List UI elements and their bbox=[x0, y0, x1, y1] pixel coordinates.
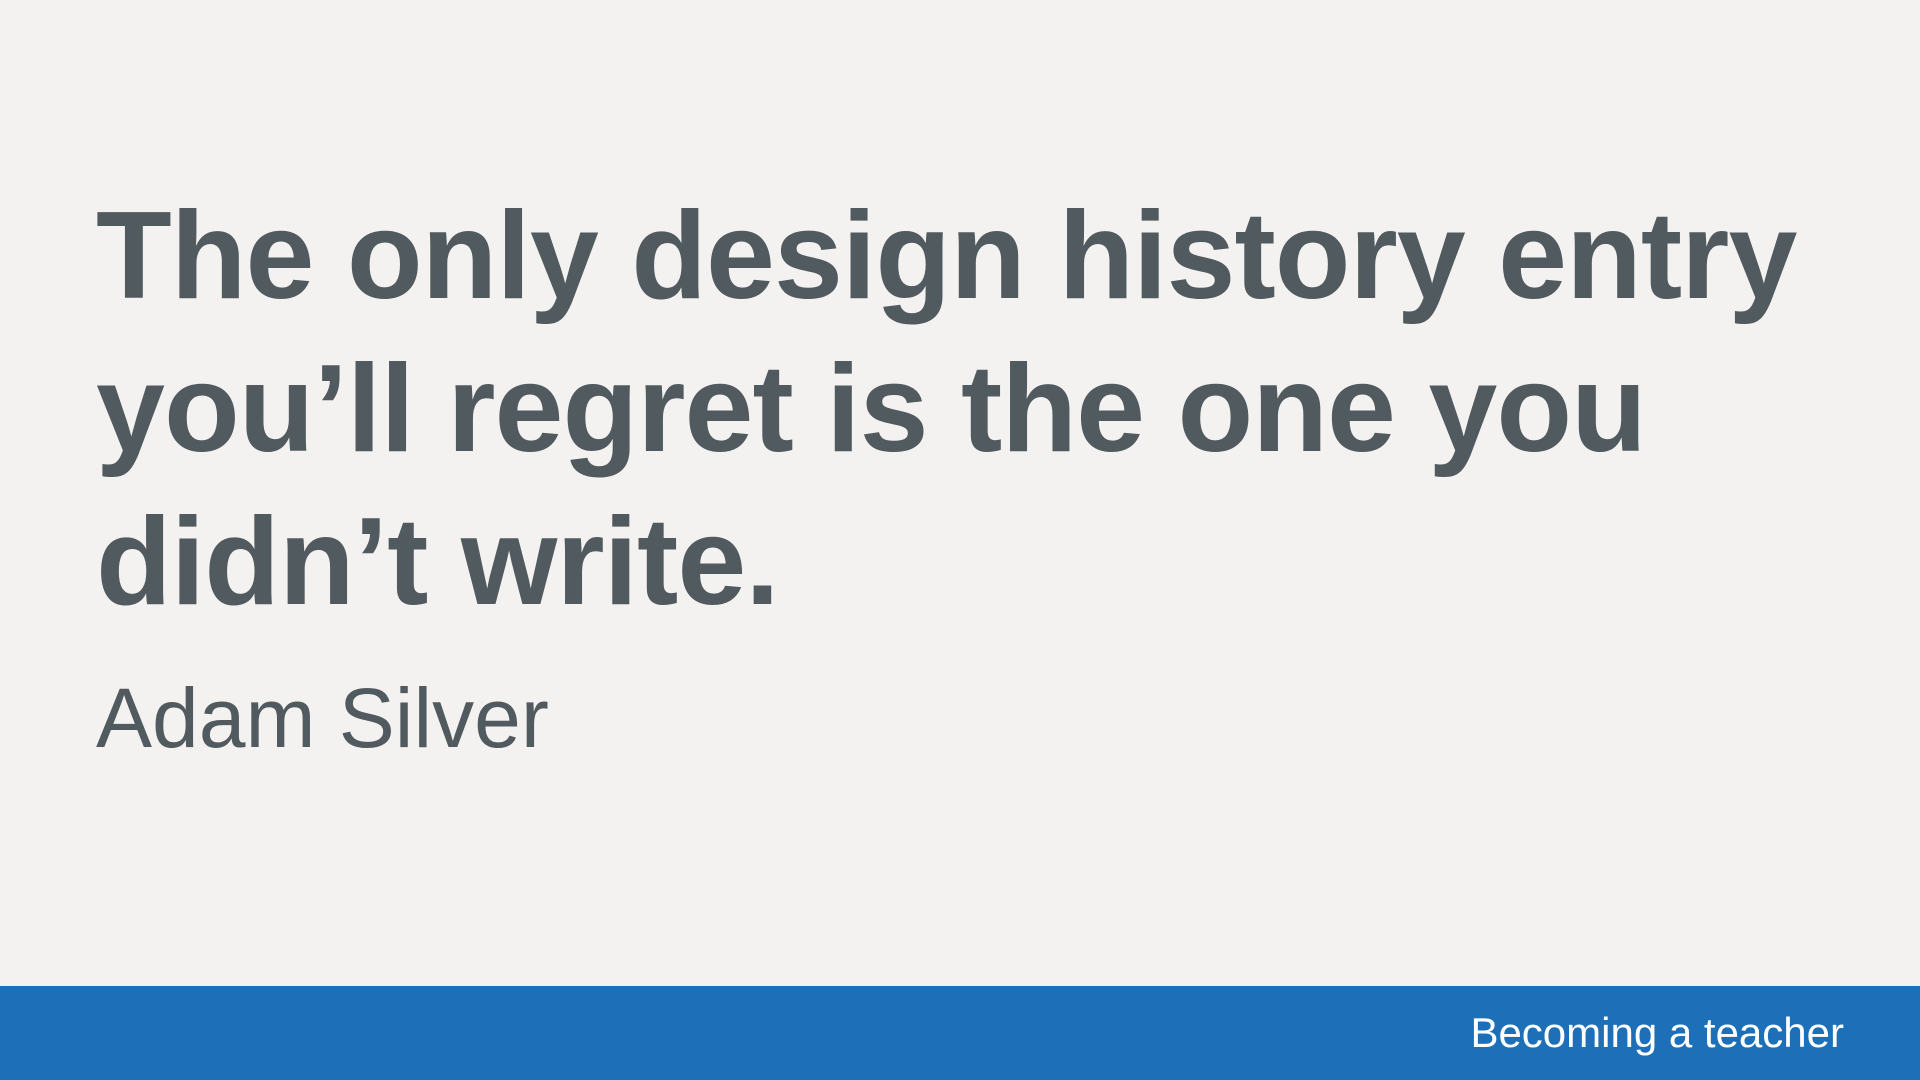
footer-bar: Becoming a teacher bbox=[0, 986, 1920, 1080]
footer-label: Becoming a teacher bbox=[1470, 1009, 1844, 1056]
slide: The only design history entry you’ll reg… bbox=[0, 0, 1920, 1080]
quote-text: The only design history entry you’ll reg… bbox=[96, 187, 1797, 631]
quote-author: Adam Silver bbox=[96, 671, 549, 765]
